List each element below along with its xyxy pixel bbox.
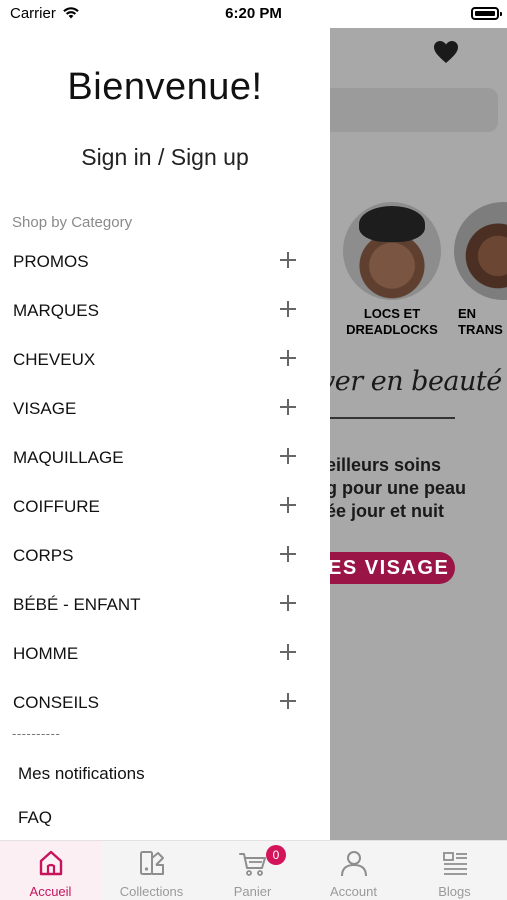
plus-icon[interactable]	[280, 252, 296, 268]
tab-label: Blogs	[438, 884, 471, 899]
banner-cta-button: ES VISAGE	[330, 552, 455, 584]
category-label: COIFFURE	[13, 497, 100, 516]
category-item-conseils[interactable]: CONSEILS	[0, 681, 330, 730]
cart-icon	[239, 853, 266, 876]
banner-underline	[330, 417, 455, 419]
section-title: Shop by Category	[12, 214, 133, 231]
category-item-promos[interactable]: PROMOS	[0, 240, 330, 289]
side-drawer: Bienvenue! Sign in / Sign up Shop by Cat…	[0, 26, 330, 840]
category-item-maquillage[interactable]: MAQUILLAGE	[0, 436, 330, 485]
category-item-marques[interactable]: MARQUES	[0, 289, 330, 338]
category-item-homme[interactable]: HOMME	[0, 632, 330, 681]
account-icon	[341, 851, 367, 877]
tab-label: Account	[330, 884, 377, 899]
tab-account[interactable]: Account	[303, 841, 404, 900]
welcome-heading: Bienvenue!	[67, 66, 263, 108]
heart-icon	[434, 41, 458, 63]
cart-count-badge: 0	[266, 845, 286, 865]
plus-icon[interactable]	[280, 693, 296, 709]
status-bar: Carrier 6:20 PM	[0, 0, 507, 28]
battery-icon	[471, 7, 502, 20]
category-label: MARQUES	[13, 301, 99, 320]
tab-blogs[interactable]: Blogs	[404, 841, 505, 900]
tab-label: Accueil	[29, 884, 72, 899]
category-label: BÉBÉ - ENFANT	[13, 595, 141, 614]
tab-accueil[interactable]: Accueil	[0, 841, 101, 900]
tab-collections[interactable]: Collections	[101, 841, 202, 900]
category-circle-image	[343, 202, 441, 300]
plus-icon[interactable]	[280, 644, 296, 660]
blogs-icon	[443, 852, 467, 875]
category-item-bebe-enfant[interactable]: BÉBÉ - ENFANT	[0, 583, 330, 632]
category-label: MAQUILLAGE	[13, 448, 124, 467]
menu-divider: ----------	[12, 726, 61, 741]
plus-icon[interactable]	[280, 448, 296, 464]
plus-icon[interactable]	[280, 595, 296, 611]
category-circle-label: EN TRANS	[458, 306, 503, 337]
menu-item-notifications[interactable]: Mes notifications	[18, 764, 145, 784]
plus-icon[interactable]	[280, 546, 296, 562]
tab-label: Panier	[233, 884, 272, 899]
category-circle-image	[454, 202, 507, 300]
banner-promo-text: eilleurs soins g pour une peau ée jour e…	[330, 455, 467, 521]
sign-in-link[interactable]: Sign in / Sign up	[0, 144, 330, 171]
category-label: CONSEILS	[13, 693, 99, 712]
search-bar	[330, 88, 498, 132]
category-item-cheveux[interactable]: CHEVEUX	[0, 338, 330, 387]
status-time: 6:20 PM	[225, 5, 282, 22]
category-label: HOMME	[13, 644, 79, 663]
plus-icon[interactable]	[280, 301, 296, 317]
tab-panier[interactable]: 0 Panier	[202, 841, 303, 900]
home-icon	[39, 850, 63, 876]
category-label: CHEVEUX	[13, 350, 96, 369]
plus-icon[interactable]	[280, 497, 296, 513]
category-label: PROMOS	[13, 252, 89, 271]
category-circle-label: LOCS ET DREADLOCKS	[346, 306, 438, 337]
collections-icon	[140, 851, 164, 875]
category-item-visage[interactable]: VISAGE	[0, 387, 330, 436]
category-label: VISAGE	[13, 399, 77, 418]
category-item-coiffure[interactable]: COIFFURE	[0, 485, 330, 534]
category-item-corps[interactable]: CORPS	[0, 534, 330, 583]
banner-script-heading: ver en beauté	[330, 366, 502, 397]
plus-icon[interactable]	[280, 350, 296, 366]
background-page-overlay[interactable]: LOCS ET DREADLOCKS EN TRANS ver en beaut…	[330, 26, 507, 840]
bottom-tab-bar: Accueil Collections 0 Panier Account Blo…	[0, 840, 507, 900]
menu-item-faq[interactable]: FAQ	[18, 808, 52, 828]
category-label: CORPS	[13, 546, 74, 565]
tab-label: Collections	[119, 884, 184, 899]
plus-icon[interactable]	[280, 399, 296, 415]
